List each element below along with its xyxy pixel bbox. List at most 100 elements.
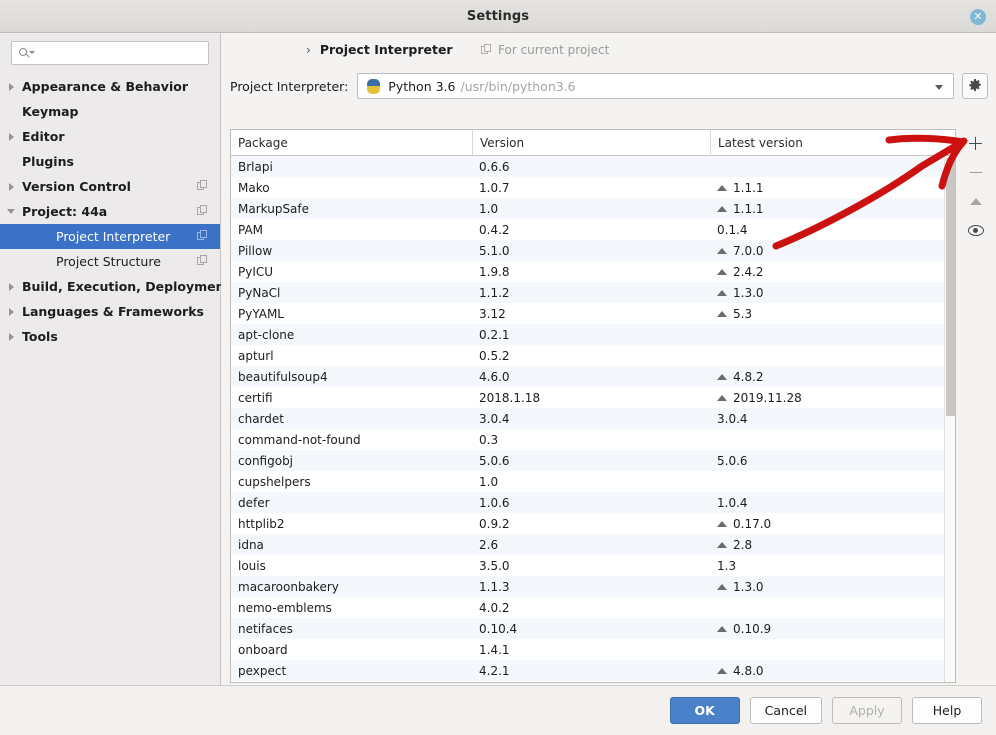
sidebar-item-tools[interactable]: Tools bbox=[0, 324, 220, 349]
upgrade-available-icon bbox=[717, 185, 727, 191]
chevron-right-icon[interactable] bbox=[0, 182, 22, 191]
cell-package: PyNaCl bbox=[238, 285, 281, 300]
cell-package: macaroonbakery bbox=[238, 579, 339, 594]
table-row[interactable]: defer 1.0.6 1.0.4 bbox=[231, 492, 955, 513]
sidebar-item-languages-frameworks[interactable]: Languages & Frameworks bbox=[0, 299, 220, 324]
show-early-releases-button[interactable] bbox=[961, 216, 990, 245]
interpreter-label: Project Interpreter: bbox=[230, 78, 349, 94]
gear-icon bbox=[969, 79, 981, 91]
scope-label: For current project bbox=[498, 43, 610, 57]
latest-version-text: 1.0.4 bbox=[717, 495, 748, 510]
table-row[interactable]: netifaces 0.10.4 0.10.9 bbox=[231, 618, 955, 639]
sidebar-item-appearance-behavior[interactable]: Appearance & Behavior bbox=[0, 74, 220, 99]
cell-package: defer bbox=[238, 495, 270, 510]
table-row[interactable]: PyICU 1.9.8 2.4.2 bbox=[231, 261, 955, 282]
table-row[interactable]: PyNaCl 1.1.2 1.3.0 bbox=[231, 282, 955, 303]
latest-version-text: 5.0.6 bbox=[717, 453, 748, 468]
upgrade-available-icon bbox=[717, 584, 727, 590]
ok-button[interactable]: OK bbox=[669, 697, 740, 724]
cell-package: cupshelpers bbox=[238, 474, 311, 489]
help-button[interactable]: Help bbox=[912, 697, 982, 724]
table-row[interactable]: chardet 3.0.4 3.0.4 bbox=[231, 408, 955, 429]
sidebar-item-project-interpreter[interactable]: Project Interpreter bbox=[0, 224, 220, 249]
cell-latest-version: 0.10.9 bbox=[710, 622, 955, 636]
upgrade-available-icon bbox=[717, 542, 727, 548]
table-row[interactable]: beautifulsoup4 4.6.0 4.8.2 bbox=[231, 366, 955, 387]
table-row[interactable]: macaroonbakery 1.1.3 1.3.0 bbox=[231, 576, 955, 597]
cell-latest-version: 1.0.4 bbox=[710, 496, 955, 510]
table-scrollbar[interactable] bbox=[944, 156, 955, 682]
cell-package: idna bbox=[238, 537, 264, 552]
table-row[interactable]: apt-clone 0.2.1 bbox=[231, 324, 955, 345]
remove-package-button[interactable] bbox=[961, 158, 990, 187]
cell-latest-version: 0.1.4 bbox=[710, 223, 955, 237]
cell-latest-version: 3.0.4 bbox=[710, 412, 955, 426]
page-title: Project Interpreter bbox=[319, 42, 453, 57]
cell-package: PyICU bbox=[238, 264, 274, 279]
upgrade-package-button[interactable] bbox=[961, 187, 990, 216]
upgrade-available-icon bbox=[717, 626, 727, 632]
chevron-right-icon[interactable] bbox=[0, 82, 22, 91]
latest-version-text: 2019.11.28 bbox=[733, 390, 802, 405]
cancel-button[interactable]: Cancel bbox=[749, 697, 822, 724]
sidebar-item-plugins[interactable]: Plugins bbox=[0, 149, 220, 174]
table-row[interactable]: louis 3.5.0 1.3 bbox=[231, 555, 955, 576]
interpreter-settings-button[interactable] bbox=[962, 73, 988, 99]
sidebar-item-version-control[interactable]: Version Control bbox=[0, 174, 220, 199]
cell-version: 1.1.2 bbox=[479, 285, 510, 300]
table-row[interactable]: MarkupSafe 1.0 1.1.1 bbox=[231, 198, 955, 219]
upgrade-available-icon bbox=[717, 269, 727, 275]
table-row[interactable]: idna 2.6 2.8 bbox=[231, 534, 955, 555]
cell-package: PAM bbox=[238, 222, 264, 237]
chevron-right-icon[interactable] bbox=[0, 332, 22, 341]
column-header-latest-version[interactable]: Latest version bbox=[710, 130, 955, 156]
cell-latest-version: 7.0.0 bbox=[710, 244, 955, 258]
table-row[interactable]: PyYAML 3.12 5.3 bbox=[231, 303, 955, 324]
table-row[interactable]: configobj 5.0.6 5.0.6 bbox=[231, 450, 955, 471]
sidebar-search bbox=[0, 33, 220, 65]
sidebar-item-build-execution-deployment[interactable]: Build, Execution, Deployment bbox=[0, 274, 230, 299]
sidebar-item-project-44a[interactable]: Project: 44a bbox=[0, 199, 220, 224]
sidebar-item-label: Languages & Frameworks bbox=[22, 304, 204, 319]
cell-version: 3.0.4 bbox=[479, 411, 510, 426]
table-row[interactable]: Pillow 5.1.0 7.0.0 bbox=[231, 240, 955, 261]
column-header-package[interactable]: Package bbox=[231, 130, 472, 156]
sidebar-item-editor[interactable]: Editor bbox=[0, 124, 220, 149]
interpreter-select[interactable]: Python 3.6 /usr/bin/python3.6 bbox=[357, 73, 954, 99]
search-box[interactable] bbox=[11, 41, 209, 65]
close-icon[interactable]: ✕ bbox=[970, 9, 986, 25]
sidebar-item-keymap[interactable]: Keymap bbox=[0, 99, 220, 124]
column-header-version[interactable]: Version bbox=[472, 130, 710, 156]
table-row[interactable]: httplib2 0.9.2 0.17.0 bbox=[231, 513, 955, 534]
table-row[interactable]: Mako 1.0.7 1.1.1 bbox=[231, 177, 955, 198]
cell-latest-version: 2019.11.28 bbox=[710, 391, 955, 405]
scrollbar-thumb[interactable] bbox=[946, 158, 955, 416]
cell-version: 0.2.1 bbox=[479, 327, 510, 342]
chevron-down-icon[interactable] bbox=[0, 209, 22, 214]
table-row[interactable]: apturl 0.5.2 bbox=[231, 345, 955, 366]
table-row[interactable]: command-not-found 0.3 bbox=[231, 429, 955, 450]
search-input[interactable] bbox=[38, 46, 198, 60]
add-package-button[interactable] bbox=[961, 129, 990, 158]
chevron-right-icon[interactable] bbox=[0, 132, 22, 141]
cell-package: netifaces bbox=[238, 621, 293, 636]
table-row[interactable]: onboard 1.4.1 bbox=[231, 639, 955, 660]
table-row[interactable]: certifi 2018.1.18 2019.11.28 bbox=[231, 387, 955, 408]
cell-latest-version: 5.3 bbox=[710, 307, 955, 321]
table-row[interactable]: Brlapi 0.6.6 bbox=[231, 156, 955, 177]
latest-version-text: 1.1.1 bbox=[733, 180, 764, 195]
cell-package: louis bbox=[238, 558, 266, 573]
table-row[interactable]: pexpect 4.2.1 4.8.0 bbox=[231, 660, 955, 681]
cell-version: 0.3 bbox=[479, 432, 499, 447]
cell-version: 1.4.1 bbox=[479, 642, 510, 657]
chevron-right-icon[interactable] bbox=[0, 282, 22, 291]
table-row[interactable]: cupshelpers 1.0 bbox=[231, 471, 955, 492]
cell-latest-version: 1.1.1 bbox=[710, 181, 955, 195]
chevron-right-icon[interactable] bbox=[0, 307, 22, 316]
interpreter-name: Python 3.6 bbox=[388, 78, 456, 94]
cell-version: 2018.1.18 bbox=[479, 390, 541, 405]
sidebar-item-project-structure[interactable]: Project Structure bbox=[0, 249, 220, 274]
scope-indicator: For current project bbox=[481, 43, 609, 57]
table-row[interactable]: nemo-emblems 4.0.2 bbox=[231, 597, 955, 618]
table-row[interactable]: PAM 0.4.2 0.1.4 bbox=[231, 219, 955, 240]
